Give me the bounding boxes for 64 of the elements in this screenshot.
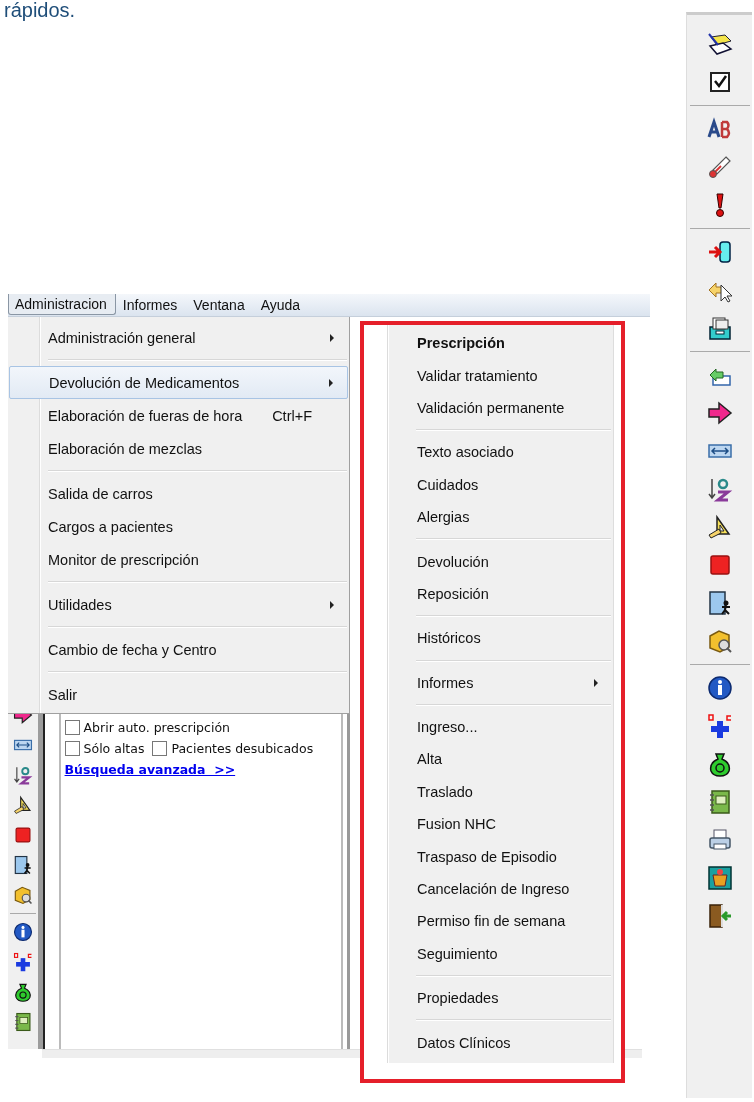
stop-icon[interactable] [12, 825, 33, 845]
info-icon[interactable] [706, 675, 733, 701]
set-square-icon[interactable] [706, 514, 733, 540]
menu-item[interactable]: Datos Clínicos [387, 1026, 613, 1059]
checkbox-label: Abrir auto. prescripción [83, 720, 230, 735]
menu-item[interactable]: Reposición [387, 577, 613, 611]
exit-door-icon[interactable] [706, 903, 733, 929]
advanced-search-link[interactable]: Búsqueda avanzada >> [64, 762, 236, 777]
menu-item[interactable]: Validación permanente [387, 391, 613, 425]
door-person-icon[interactable] [706, 590, 733, 616]
checkbox[interactable] [64, 741, 80, 756]
menu-item[interactable]: Propiedades [387, 982, 613, 1015]
basket-icon[interactable] [706, 865, 733, 891]
sort-icon[interactable] [706, 476, 733, 502]
notebook-icon[interactable] [12, 1012, 33, 1032]
menu-bar-item[interactable]: Informes [115, 294, 187, 316]
menu-item[interactable]: Ingreso... [387, 710, 613, 744]
door-person-icon[interactable] [12, 855, 33, 875]
menu-item[interactable]: Cargos a pacientes [8, 510, 349, 543]
menu-item[interactable]: Prescripción [387, 327, 613, 360]
menu-item[interactable]: Traspaso de Episodio [387, 840, 613, 873]
menu-item[interactable]: Elaboración de fueras de hora Ctrl+F [8, 399, 349, 432]
menu-item[interactable]: Traslado [387, 775, 613, 809]
menu-item[interactable]: Devolución [387, 545, 613, 578]
menu-item[interactable]: Elaboración de mezclas [8, 432, 349, 465]
menu-item[interactable]: Alergias [387, 500, 613, 534]
menu-bar-item[interactable]: Ventana [186, 294, 254, 316]
sort-icon[interactable] [12, 765, 33, 785]
menu-item[interactable]: Cancelación de Ingreso [387, 872, 613, 906]
menu-item[interactable]: Utilidades [8, 588, 349, 621]
menu-item[interactable]: Validar tratamiento [387, 359, 613, 392]
menu-item[interactable]: Seguimiento [387, 937, 613, 971]
menu-item[interactable]: Informes [387, 666, 613, 699]
menu-item[interactable]: Alta [387, 743, 613, 776]
menu-item[interactable]: Históricos [387, 622, 613, 655]
menu-item[interactable]: Cambio de fecha y Centro [8, 633, 349, 666]
pen-notepad-icon[interactable] [706, 31, 733, 57]
menu-item[interactable]: Permiso fin de semana [387, 905, 613, 938]
menu-item[interactable]: Cuidados [387, 468, 613, 501]
box-search-icon[interactable] [12, 885, 33, 905]
money-bag-icon[interactable] [12, 982, 33, 1002]
menu-bar-item[interactable]: Administracion [8, 294, 116, 315]
login-icon[interactable] [706, 239, 733, 265]
menu-item[interactable]: Salir [8, 678, 349, 711]
menu-item[interactable]: Fusion NHC [387, 808, 613, 841]
menu-bar-item[interactable]: Ayuda [253, 294, 310, 316]
checkbox-label: Sólo altas [83, 741, 145, 756]
file-drawer-icon[interactable] [706, 315, 733, 341]
printer-icon[interactable] [706, 827, 733, 853]
checkbox-label: Pacientes desubicados [171, 741, 314, 756]
menu-item[interactable]: Salida de carros [8, 477, 349, 510]
checkbox[interactable] [152, 741, 168, 756]
thermometer-icon[interactable] [706, 154, 733, 180]
menu-item[interactable]: Administración general [8, 321, 349, 354]
menu-item[interactable]: Texto asociado [387, 436, 613, 469]
medical-cross-icon[interactable] [12, 952, 33, 972]
checkbox[interactable] [64, 720, 80, 735]
menu-item[interactable]: Devolución de Medicamentos [9, 366, 348, 399]
box-search-icon[interactable] [706, 628, 733, 654]
menu-item[interactable]: Monitor de prescripción [8, 543, 349, 576]
set-square-icon[interactable] [12, 795, 33, 815]
caption-text: rápidos. [4, 0, 76, 20]
info-icon[interactable] [12, 922, 33, 942]
medical-cross-icon[interactable] [706, 713, 733, 739]
